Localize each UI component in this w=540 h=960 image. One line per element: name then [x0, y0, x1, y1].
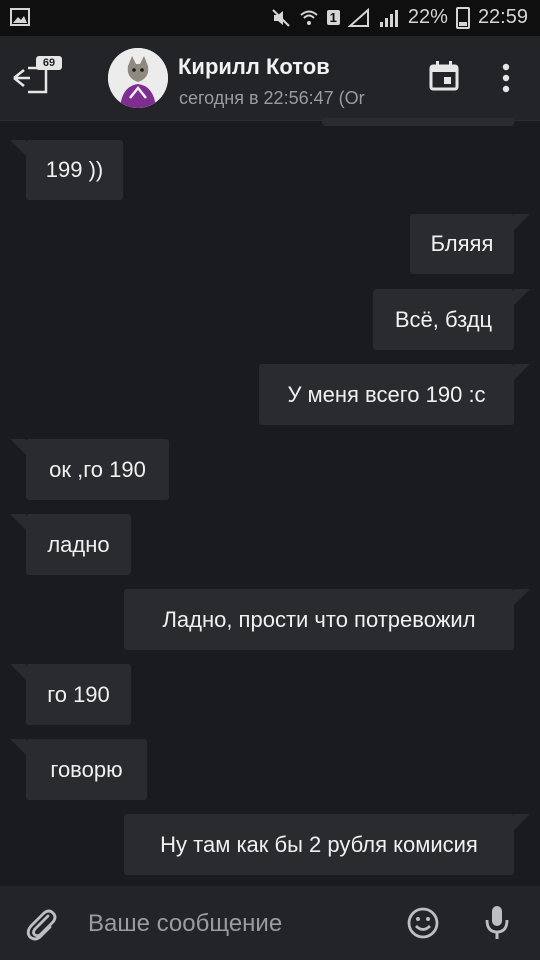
message-text: Ладно, прости что потревожил: [162, 606, 476, 632]
calendar-button[interactable]: [428, 60, 460, 92]
message-bubble-outgoing[interactable]: Ну там как бы 2 рубля комисия: [124, 814, 530, 875]
more-vertical-icon: [502, 63, 510, 93]
contact-name[interactable]: Кирилл Котов: [178, 54, 330, 80]
calendar-icon: [429, 61, 459, 91]
message-bubble-incoming[interactable]: ладно: [10, 514, 131, 575]
attach-button[interactable]: [24, 906, 58, 942]
back-button[interactable]: 69: [12, 56, 64, 100]
contact-avatar-image: [108, 48, 168, 108]
sim-indicator: 1: [326, 10, 340, 25]
message-input[interactable]: [86, 906, 390, 942]
mute-icon: [271, 8, 291, 28]
message-bubble-outgoing[interactable]: У меня всего 190 :c: [259, 364, 530, 425]
message-bubble-outgoing[interactable]: Бляяя: [410, 214, 530, 274]
status-bar: 1 22% 22:59: [0, 0, 540, 36]
gallery-notification-icon: [10, 8, 30, 26]
message-text: У меня всего 190 :c: [287, 381, 486, 407]
message-text: ладно: [47, 531, 110, 557]
last-seen-status: сегодня в 22:56:47 (Or: [179, 88, 365, 108]
message-text: Ну там как бы 2 рубля комисия: [160, 831, 478, 857]
message-text: Всё, бздц: [394, 306, 493, 332]
message-bubble-incoming[interactable]: го 190: [10, 664, 131, 725]
message-text: говорю: [50, 756, 123, 782]
message-text: ок ,го 190: [49, 456, 146, 482]
message-text: го 190: [47, 681, 110, 707]
paperclip-icon: [26, 909, 57, 941]
unread-badge: 69: [36, 56, 62, 70]
message-bubble-outgoing[interactable]: Всё, бздц: [373, 289, 530, 350]
clock: 22:59: [477, 6, 528, 28]
voice-record-button[interactable]: [484, 904, 510, 942]
partial-message-bubble: [322, 118, 514, 126]
message-text: 199 )): [45, 157, 104, 182]
emoji-icon: [407, 907, 439, 939]
signal-bars-icon: [378, 8, 400, 28]
more-menu-button[interactable]: [494, 60, 518, 96]
message-bubble-outgoing[interactable]: Ладно, прости что потревожил: [124, 589, 530, 650]
message-composer: [0, 886, 540, 960]
message-text: Бляяя: [430, 231, 494, 256]
message-bubble-incoming[interactable]: ок ,го 190: [10, 439, 169, 500]
message-bubble-incoming[interactable]: говорю: [10, 739, 147, 800]
battery-percent: 22%: [407, 6, 448, 28]
chat-header: 69 Кирилл Котов сегодня в 22:56:47 (Or: [0, 36, 540, 121]
wifi-icon: [299, 8, 319, 28]
emoji-button[interactable]: [406, 906, 440, 940]
signal-icon: [347, 7, 370, 28]
avatar[interactable]: [108, 48, 168, 108]
microphone-icon: [485, 906, 509, 939]
message-bubble-incoming[interactable]: 199 )): [10, 140, 123, 200]
battery-icon: [455, 6, 470, 29]
